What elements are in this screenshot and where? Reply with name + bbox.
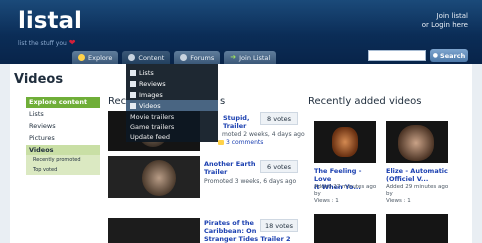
tagline-text: list the stuff you (18, 40, 67, 47)
video-thumbnail[interactable] (386, 121, 448, 163)
list-icon (130, 69, 136, 76)
added-time: Added 29 minutes ago (386, 184, 449, 190)
video-title[interactable]: Stupid, Trailer (223, 114, 249, 130)
review-icon (130, 80, 136, 87)
menu-item-label: Lists (139, 68, 154, 77)
view-count: Views : 1 (386, 198, 411, 204)
added-by: by (386, 191, 393, 197)
video-title-line: Stranger Tides Trailer 2 (204, 235, 291, 243)
site-logo[interactable]: listal (18, 8, 82, 34)
page-title: Videos (14, 72, 64, 87)
video-title-line: (Officiel V... (386, 175, 429, 183)
menu-item-label: Images (139, 90, 163, 99)
content-icon (128, 54, 136, 61)
video-thumbnail[interactable] (108, 156, 200, 198)
video-title-line: Stupid, (223, 114, 250, 122)
vote-badge[interactable]: 18 votes (260, 219, 298, 232)
tab-explore[interactable]: Explore (72, 51, 119, 64)
video-meta: Added 29 minutes ago by Views : 1 (386, 184, 450, 205)
image-icon (130, 91, 136, 98)
sidebar-item-pictures[interactable]: Pictures (26, 134, 100, 142)
video-thumbnail[interactable] (314, 121, 376, 163)
join-login-links: Join listal or Login here (422, 12, 468, 30)
tab-label: Explore (88, 53, 113, 62)
tab-join-listal[interactable]: ➜ Join Listal (224, 51, 277, 64)
added-time: Added 27 minutes ago (314, 184, 377, 190)
menu-item-lists[interactable]: Lists (126, 67, 218, 78)
menu-item-reviews[interactable]: Reviews (126, 78, 218, 89)
video-title[interactable]: Elize - Automatic (Officiel V... (386, 167, 450, 183)
menu-item-videos[interactable]: Videos (126, 100, 218, 111)
content-dropdown-menu: Lists Reviews Images Videos Movie traile… (126, 64, 218, 142)
sidebar-header: Explore content (26, 97, 100, 108)
tab-content[interactable]: Content (122, 51, 171, 64)
section-title-recently-promoted-right: s (220, 96, 226, 107)
sidebar-item-lists[interactable]: Lists (26, 110, 100, 118)
thumbnail-figure (398, 125, 434, 161)
menu-item-images[interactable]: Images (126, 89, 218, 100)
heart-icon: ❤ (68, 38, 76, 47)
thumbnail-face (142, 160, 176, 196)
sidebar-item-videos[interactable]: Videos (26, 145, 100, 155)
menu-item-label: Update feed (130, 132, 171, 141)
video-title-line: Trailer (204, 168, 228, 176)
view-count: Views : 1 (314, 198, 339, 204)
search-button[interactable]: ● Search (430, 49, 468, 62)
video-title-line: Another Earth (204, 160, 256, 168)
arrow-icon: ➜ (230, 53, 237, 61)
section-title-recently-added: Recently added videos (308, 96, 422, 107)
comments-count: 3 comments (226, 139, 264, 146)
video-meta: Promoted 3 weeks, 6 days ago (204, 178, 297, 185)
menu-item-label: Reviews (139, 79, 166, 88)
vote-badge[interactable]: 8 votes (260, 112, 298, 125)
menu-item-label: Videos (139, 101, 161, 110)
site-header: listal list the stuff you ❤ Join listal … (0, 0, 482, 64)
video-thumbnail[interactable] (314, 214, 376, 243)
explore-icon (78, 54, 85, 61)
search-button-label: Search (440, 51, 466, 60)
video-title-line: Trailer (223, 122, 247, 130)
section-title-recently-promoted-left: Rec (108, 96, 127, 107)
menu-item-label: Movie trailers (130, 112, 175, 121)
menu-item-update-feed[interactable]: Update feed (126, 131, 218, 142)
video-icon (130, 102, 136, 109)
comments-link[interactable]: 3 comments (218, 139, 263, 146)
video-title[interactable]: Another Earth Trailer (204, 160, 256, 176)
login-link[interactable]: or Login here (422, 21, 468, 30)
tab-label: Forums (190, 53, 215, 62)
video-thumbnail[interactable] (108, 218, 200, 243)
comment-icon (218, 140, 224, 145)
search-button-dot-icon: ● (432, 52, 439, 59)
forums-icon (180, 54, 188, 61)
tab-label: Content (138, 53, 165, 62)
sidebar-subitem-top-voted[interactable]: Top voted (26, 165, 100, 175)
menu-item-label: Game trailers (130, 122, 175, 131)
tab-label: Join Listal (239, 53, 271, 62)
video-title-line: Elize - Automatic (386, 167, 448, 175)
site-tagline: list the stuff you ❤ (18, 38, 75, 47)
video-title-line: The Feeling - Love (314, 167, 362, 183)
video-meta: moted 2 weeks, 4 days ago (222, 131, 305, 138)
vote-badge[interactable]: 6 votes (260, 160, 298, 173)
tab-forums[interactable]: Forums (174, 51, 221, 64)
video-thumbnail[interactable] (386, 214, 448, 243)
thumbnail-figure (332, 127, 358, 157)
sidebar-item-reviews[interactable]: Reviews (26, 122, 100, 130)
added-by: by (314, 191, 321, 197)
sidebar-subitem-recently-promoted[interactable]: Recently promoted (26, 155, 100, 165)
join-link[interactable]: Join listal (422, 12, 468, 21)
search-input[interactable] (368, 50, 426, 61)
main-nav: Explore Content Forums ➜ Join Listal (72, 51, 277, 64)
video-meta: Added 27 minutes ago by Views : 1 (314, 184, 378, 205)
